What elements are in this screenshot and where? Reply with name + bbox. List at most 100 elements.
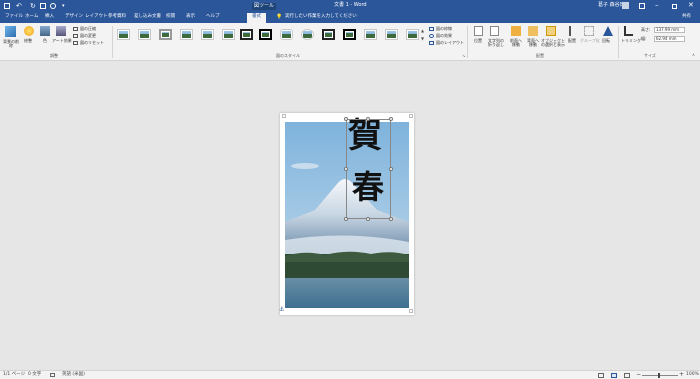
width-input[interactable]: 62.94 mm (654, 36, 685, 42)
crop-icon[interactable] (624, 26, 633, 36)
resize-handle-br[interactable] (389, 217, 393, 221)
collapse-ribbon-icon[interactable]: ∧ (692, 53, 695, 57)
tab-references[interactable]: 参考資料 (108, 14, 126, 20)
bring-forward-button[interactable]: 前面へ移動 (509, 38, 523, 48)
picture-border-button[interactable]: 図の枠線 (436, 26, 452, 31)
tab-layout[interactable]: レイアウト (85, 14, 108, 20)
remove-background-button[interactable]: 背景の削除 (3, 39, 19, 49)
word-count[interactable]: 0 文字 (28, 372, 41, 378)
web-layout-icon[interactable] (624, 373, 630, 378)
selection-pane-icon[interactable] (546, 26, 556, 36)
tab-file[interactable]: ファイル (5, 14, 23, 20)
zoom-slider[interactable] (642, 375, 678, 376)
ribbon-display-icon[interactable] (639, 3, 645, 9)
corrections-button[interactable]: 修整 (24, 38, 32, 43)
align-button[interactable]: 配置 (568, 38, 576, 43)
picture-style-14[interactable] (385, 29, 398, 40)
picture-style-1[interactable] (117, 29, 130, 40)
height-input[interactable]: 137.99 mm (654, 27, 685, 33)
tab-help[interactable]: ヘルプ (206, 14, 220, 20)
picture-style-13[interactable] (364, 29, 377, 40)
group-icon[interactable] (584, 26, 594, 36)
picture-style-5[interactable] (201, 29, 214, 40)
wrap-text-button[interactable]: 文字列の折り返し (487, 38, 505, 48)
zoom-slider-thumb[interactable] (658, 373, 660, 378)
share-button[interactable]: 共有 (682, 14, 691, 20)
maximize-icon[interactable] (672, 4, 677, 9)
picture-layout-button[interactable]: 図のレイアウト (436, 40, 464, 45)
read-mode-icon[interactable] (598, 373, 604, 378)
language-status[interactable]: 英語 (米国) (62, 372, 85, 378)
zoom-out-icon[interactable]: − (636, 372, 641, 378)
selection-pane-button[interactable]: オブジェクトの選択と表示 (541, 38, 565, 48)
tell-me-input[interactable]: 実行したい作業を入力してください (285, 14, 357, 20)
user-name[interactable]: 葛子 森谷田 (598, 3, 625, 8)
print-layout-icon[interactable] (611, 373, 617, 378)
gallery-more-icon[interactable]: ▼ (421, 37, 424, 41)
artistic-effects-button[interactable]: アート効果 (52, 38, 72, 43)
change-picture-button[interactable]: 図の変更 (80, 33, 96, 38)
color-button[interactable]: 色 (43, 38, 47, 43)
anchor-icon[interactable]: ⚓ (279, 307, 284, 313)
dialog-launcher-icon[interactable]: ↘ (462, 54, 465, 58)
picture-style-15[interactable] (406, 29, 419, 40)
rotate-icon[interactable] (603, 26, 613, 36)
avatar[interactable] (622, 2, 629, 9)
picture-style-11[interactable] (322, 29, 335, 40)
picture-style-9[interactable] (280, 29, 293, 40)
resize-handle-r[interactable] (389, 167, 393, 171)
group-button[interactable]: グループ化 (580, 38, 600, 43)
resize-handle-l[interactable] (344, 167, 348, 171)
picture-effects-button[interactable]: 図の効果 (436, 33, 452, 38)
tab-design[interactable]: デザイン (65, 14, 83, 20)
send-backward-button[interactable]: 背面へ移動 (526, 38, 540, 48)
redo-icon[interactable]: ↻ (30, 3, 36, 10)
picture-style-10[interactable] (301, 29, 314, 40)
resize-handle-b[interactable] (366, 217, 370, 221)
rotate-button[interactable]: 回転 (602, 38, 610, 43)
compress-pictures-button[interactable]: 図の圧縮 (80, 26, 96, 31)
page-count[interactable]: 1/1 ページ (3, 372, 25, 378)
tab-insert[interactable]: 挿入 (45, 14, 54, 20)
artistic-effects-icon[interactable] (56, 26, 66, 36)
resize-handle-bl[interactable] (344, 217, 348, 221)
position-icon[interactable] (474, 26, 483, 36)
tab-format[interactable]: 書式 (247, 13, 266, 23)
picture-style-6[interactable] (222, 29, 235, 40)
picture-style-4[interactable] (180, 29, 193, 40)
corrections-icon[interactable] (24, 26, 34, 36)
picture-style-7[interactable] (240, 29, 253, 40)
picture-style-8[interactable] (259, 29, 272, 40)
crop-button[interactable]: トリミング (621, 38, 641, 43)
minimize-icon[interactable]: – (655, 2, 659, 9)
resize-handle-t[interactable] (366, 117, 370, 121)
tab-review[interactable]: 校閲 (166, 14, 175, 20)
bring-forward-icon[interactable] (511, 26, 521, 36)
zoom-in-icon[interactable]: + (679, 372, 684, 378)
position-button[interactable]: 位置 (474, 38, 482, 43)
picture-style-2[interactable] (138, 29, 151, 40)
send-backward-icon[interactable] (528, 26, 538, 36)
undo-icon[interactable]: ↶ (16, 3, 22, 10)
zoom-level[interactable]: 100% (686, 372, 699, 378)
width-label: 幅: (641, 36, 647, 41)
resize-handle-tl[interactable] (344, 117, 348, 121)
picture-style-3[interactable] (159, 29, 172, 40)
color-icon[interactable] (40, 26, 50, 36)
tab-mailings[interactable]: 差し込み文書 (134, 14, 161, 20)
touch-mode-icon[interactable] (50, 3, 56, 9)
reset-picture-button[interactable]: 図のリセット (80, 40, 104, 45)
print-preview-icon[interactable] (40, 3, 46, 9)
proofing-icon[interactable] (50, 373, 55, 377)
remove-background-icon[interactable] (5, 26, 16, 37)
save-icon[interactable] (4, 3, 10, 9)
align-icon[interactable] (569, 26, 578, 36)
wrap-text-icon[interactable] (490, 26, 499, 36)
tab-home[interactable]: ホーム (25, 14, 38, 20)
tab-view[interactable]: 表示 (186, 14, 195, 20)
customize-qat-icon[interactable]: ▾ (62, 4, 65, 9)
picture-style-12[interactable] (343, 29, 356, 40)
resize-handle-tr[interactable] (389, 117, 393, 121)
close-icon[interactable]: ✕ (688, 2, 694, 9)
gallery-scroll-icon[interactable]: ▲ (421, 29, 424, 33)
